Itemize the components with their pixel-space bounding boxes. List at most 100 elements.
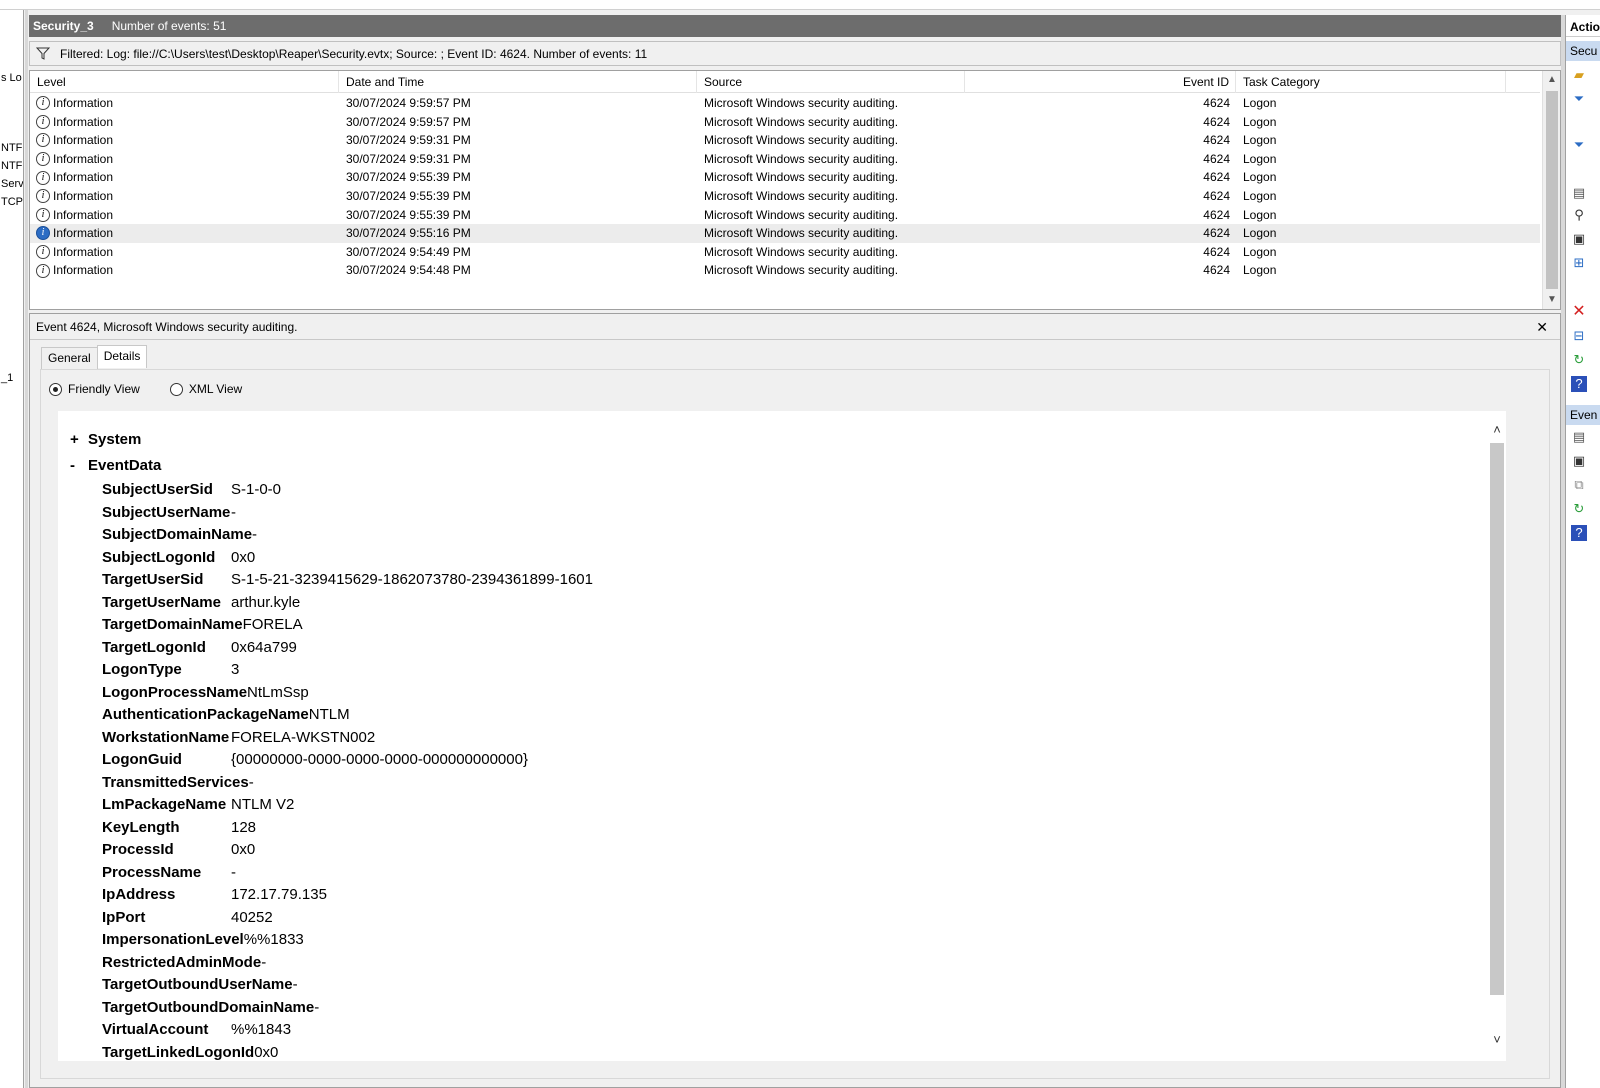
column-header-task-category[interactable]: Task Category [1236,71,1506,93]
event-properties-icon[interactable]: ▤ [1571,429,1587,445]
rename-icon[interactable]: ⊟ [1571,328,1587,344]
radio-unchecked-icon[interactable] [169,382,183,396]
xml-view-radio[interactable]: XML View [169,382,242,396]
help-icon[interactable]: ? [1571,376,1587,392]
tree-item-fragment[interactable]: NTF [1,142,22,154]
view-mode-radios: Friendly View XML View [49,382,272,396]
friendly-view-radio[interactable]: Friendly View [49,382,140,396]
field-name: TransmittedServices [102,773,249,791]
field-value: 3 [231,661,240,678]
center-pane: Security_3 Number of events: 51 Filtered… [29,15,1561,1088]
tree-item-fragment[interactable]: NTF [1,160,22,172]
column-header-datetime[interactable]: Date and Time [339,71,697,93]
expand-plus-icon[interactable]: + [70,431,88,448]
filter-icon[interactable]: ⏷ [1571,137,1587,153]
cell-event-id: 4624 [1203,96,1230,110]
column-header-level[interactable]: Level [30,71,339,93]
table-row[interactable]: i Information 30/07/2024 9:55:39 PM Microso… [30,168,1540,187]
field-name: SubjectUserName [102,503,231,521]
left-splitter[interactable] [25,10,28,1088]
cell-datetime: 30/07/2024 9:59:31 PM [346,133,471,148]
level-text: Information [53,151,114,166]
table-row[interactable]: i Information 30/07/2024 9:54:49 PM Microso… [30,243,1540,262]
field-name: TargetOutboundDomainName [102,998,315,1016]
field-name: TargetLinkedLogonId [102,1043,255,1061]
field-value: - [314,998,320,1016]
tree-item-fragment[interactable]: s Lo [1,72,22,84]
friendly-view-content: + System - EventData SubjectUserSid S-1-0-0… [58,411,1488,1061]
tab-general[interactable]: General [41,347,98,369]
xml-view-label[interactable]: XML View [189,382,242,396]
table-row[interactable]: i Information 30/07/2024 9:55:16 PM Microso… [30,224,1540,243]
grid-scrollbar[interactable]: ▲ ▼ [1542,71,1560,309]
cell-task-category: Logon [1243,170,1277,185]
eventdata-field: TargetOutboundUserName- [102,976,298,993]
cell-level: i Information [30,168,339,187]
field-value: - [231,503,236,521]
save-event-icon[interactable]: ▣ [1571,453,1587,469]
eventdata-field: ProcessId 0x0 [102,841,255,858]
field-value: 40252 [231,908,273,926]
cell-task-category: Logon [1243,263,1277,278]
cell-task-category: Logon [1243,114,1277,129]
tree-item-fragment[interactable]: _1 [1,372,13,384]
detail-header: Event 4624, Microsoft Windows security a… [30,314,1560,340]
detail-scroll-thumb[interactable] [1490,443,1504,995]
eventdata-field: SubjectLogonId 0x0 [102,549,255,566]
grid-scroll-thumb[interactable] [1546,91,1558,289]
refresh-icon[interactable]: ↻ [1571,352,1587,368]
tab-details[interactable]: Details [96,345,148,368]
open-folder-icon[interactable]: ▰ [1571,67,1587,83]
level-text: Information [53,96,114,110]
tree-item-fragment[interactable]: TCP [1,196,23,208]
chevron-down-icon[interactable]: ˅ [1490,1033,1504,1047]
copy-icon[interactable]: ⧉ [1571,477,1587,493]
delete-icon[interactable]: ✕ [1571,304,1587,320]
cell-source: Microsoft Windows security auditing. [704,188,899,203]
field-value: S-1-0-0 [231,481,282,498]
chevron-up-icon[interactable]: ˄ [1490,423,1504,437]
field-name: IpPort [102,908,146,926]
properties-icon[interactable]: ▤ [1571,185,1587,201]
scroll-up-arrow-icon[interactable]: ▲ [1546,73,1558,87]
level-text: Information [53,207,114,222]
actions-section-security[interactable]: Secu [1566,41,1600,61]
friendly-view-label[interactable]: Friendly View [68,382,140,396]
help-icon[interactable]: ? [1571,525,1587,541]
cell-datetime: 30/07/2024 9:55:39 PM [346,207,471,222]
eventdata-node[interactable]: - EventData [70,457,161,474]
collapse-minus-icon[interactable]: - [70,457,88,474]
find-icon[interactable]: ⚲ [1571,207,1587,223]
close-icon[interactable]: ✕ [1536,319,1548,336]
table-row[interactable]: i Information 30/07/2024 9:59:31 PM Microso… [30,131,1540,150]
table-row[interactable]: i Information 30/07/2024 9:54:48 PM Microso… [30,261,1540,280]
cell-task-category: Logon [1243,207,1277,222]
column-header-event-id[interactable]: Event ID [965,71,1236,93]
actions-section-event[interactable]: Even [1566,405,1600,425]
radio-checked-icon[interactable] [49,382,62,396]
table-row[interactable]: i Information 30/07/2024 9:59:57 PM Microso… [30,94,1540,113]
table-row[interactable]: i Information 30/07/2024 9:59:57 PM Microso… [30,113,1540,132]
cell-datetime: 30/07/2024 9:55:16 PM [346,226,471,241]
left-tree-pane[interactable]: s Lo NTF NTF Serv TCP _1 [0,10,24,1088]
cell-task-category: Logon [1243,244,1277,259]
cell-task-category: Logon [1243,226,1277,241]
table-row[interactable]: i Information 30/07/2024 9:55:39 PM Microso… [30,187,1540,206]
table-row[interactable]: i Information 30/07/2024 9:55:39 PM Microso… [30,206,1540,225]
table-row[interactable]: i Information 30/07/2024 9:59:31 PM Microso… [30,150,1540,169]
filter-icon[interactable]: ⏷ [1571,91,1587,107]
column-header-source[interactable]: Source [697,71,965,93]
information-icon: i [36,152,50,167]
events-grid[interactable]: Level Date and Time Source Event ID Task… [29,70,1561,310]
detail-scrollbar[interactable]: ˄ ˅ [1488,411,1506,1061]
cell-event-id: 4624 [1203,151,1230,166]
save-icon[interactable]: ▣ [1571,231,1587,247]
system-node[interactable]: + System [70,431,141,448]
refresh-icon[interactable]: ↻ [1571,501,1587,517]
field-name: RestrictedAdminMode [102,953,262,971]
scroll-down-arrow-icon[interactable]: ▼ [1546,293,1558,307]
attach-task-icon[interactable]: ⊞ [1571,255,1587,271]
field-value: 0x0 [231,548,256,566]
tree-item-fragment[interactable]: Serv [1,178,23,190]
cell-level: i Information [30,206,339,225]
